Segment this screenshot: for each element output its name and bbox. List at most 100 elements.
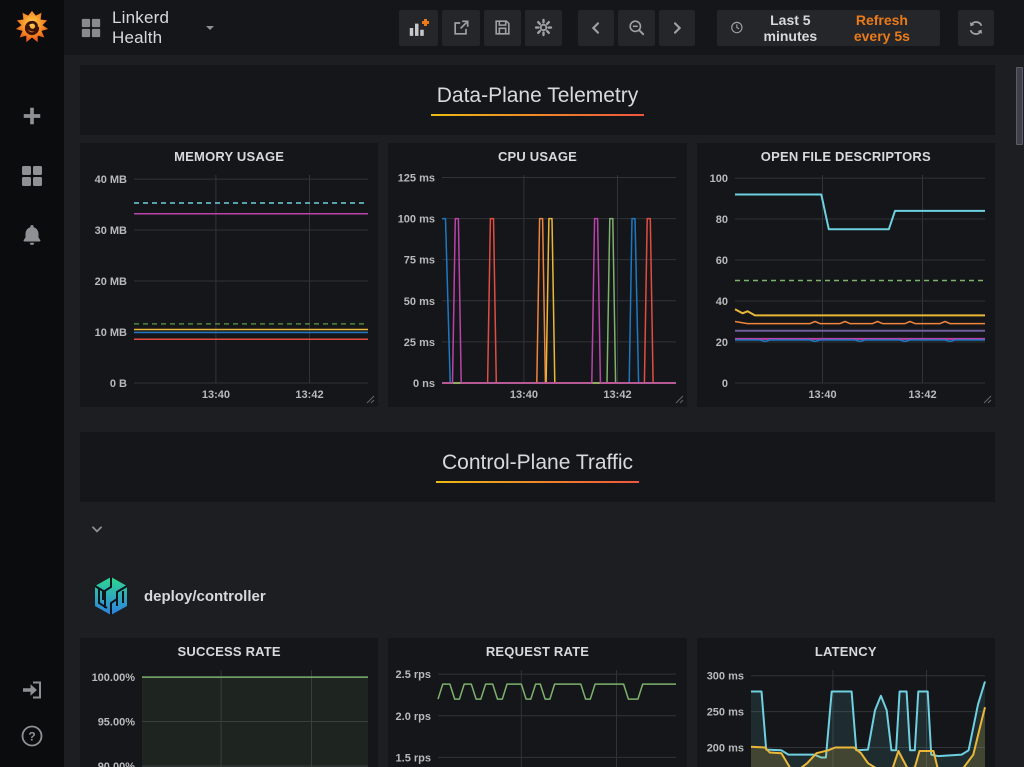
svg-text:30 MB: 30 MB [95,225,127,237]
dashboard-title: Linkerd Health [112,8,194,48]
sidebar-item-sign-in[interactable] [0,667,64,713]
sidebar-item-create[interactable] [0,93,64,139]
workload-group-label: deploy/controller [144,588,266,605]
svg-text:100.00%: 100.00% [92,672,136,684]
svg-text:200 ms: 200 ms [706,742,743,754]
svg-text:13:42: 13:42 [295,389,323,401]
row-collapse-button[interactable] [86,518,108,540]
bell-icon [20,223,44,247]
time-nav [578,10,695,46]
panel-title-open-file-descriptors[interactable]: OPEN FILE DESCRIPTORS [697,143,995,169]
open-file-descriptors-chart[interactable]: 13:40 13:42 100 80 60 40 20 0 [699,169,993,403]
dashboard-picker[interactable]: Linkerd Health [80,8,214,48]
panel-memory-usage: MEMORY USAGE 13:4013:4240 MB30 MB20 MB10… [80,143,378,407]
svg-text:2.5 rps: 2.5 rps [396,669,431,681]
panel-request-rate: REQUEST RATE 13:4013:422.5 rps2.0 rps1.5… [388,638,686,767]
time-range-label: Last 5 minutes [751,12,830,44]
svg-text:1.5 rps: 1.5 rps [396,752,431,764]
resize-handle-icon[interactable] [982,394,992,404]
svg-text:13:42: 13:42 [604,389,632,401]
section-title-data-plane: Data-Plane Telemetry [431,84,645,116]
grafana-logo[interactable] [0,0,64,55]
gear-icon [534,18,553,37]
share-button[interactable] [442,10,480,46]
clock-icon [730,19,744,36]
zoom-out-button[interactable] [618,10,655,46]
sign-in-icon [20,678,44,702]
time-forward-button[interactable] [659,10,695,46]
top-navbar: Linkerd Health [64,0,1024,55]
section-header-data-plane: Data-Plane Telemetry [80,65,995,135]
svg-text:25 ms: 25 ms [404,337,435,349]
sidebar-item-alerting[interactable] [0,212,64,258]
cpu-usage-chart[interactable]: 13:4013:42125 ms100 ms75 ms50 ms25 ms0 n… [390,169,684,403]
share-icon [451,18,471,38]
svg-text:90.00%: 90.00% [98,761,136,767]
scrollbar-track[interactable] [1015,55,1024,767]
sidebar-item-help[interactable]: ? [0,713,64,759]
svg-text:?: ? [28,730,35,744]
memory-usage-chart[interactable]: 13:4013:4240 MB30 MB20 MB10 MB0 B [82,169,376,403]
panel-title-memory-usage[interactable]: MEMORY USAGE [80,143,378,169]
svg-text:0 ns: 0 ns [413,378,435,390]
svg-text:20: 20 [715,337,727,349]
plus-icon [21,105,43,127]
add-panel-icon [408,18,429,38]
svg-text:0 B: 0 B [110,378,127,390]
svg-text:13:40: 13:40 [808,389,836,401]
panel-row-controller: SUCCESS RATE 13:4013:42100.00%95.00%90.0… [80,638,995,767]
svg-text:75 ms: 75 ms [404,255,435,267]
save-icon [493,18,512,37]
sidebar: ? [0,0,64,767]
panel-title-success-rate[interactable]: SUCCESS RATE [80,638,378,664]
workload-group: deploy/controller [80,574,995,618]
scrollbar-thumb[interactable] [1016,67,1023,145]
success-rate-chart[interactable]: 13:4013:42100.00%95.00%90.00%85.00% [82,664,376,767]
panel-row-telemetry: MEMORY USAGE 13:4013:4240 MB30 MB20 MB10… [80,143,995,407]
dashboard-content: Data-Plane Telemetry MEMORY USAGE 13:401… [64,55,1024,767]
section-header-control-plane: Control-Plane Traffic [80,432,995,502]
svg-text:60: 60 [715,255,727,267]
panel-success-rate: SUCCESS RATE 13:4013:42100.00%95.00%90.0… [80,638,378,767]
svg-text:20 MB: 20 MB [95,276,127,288]
time-back-button[interactable] [578,10,614,46]
svg-text:95.00%: 95.00% [98,717,136,729]
svg-text:0: 0 [722,378,728,390]
row-collapse [80,514,995,544]
svg-text:100: 100 [709,173,727,185]
svg-text:40: 40 [715,296,727,308]
dashboards-grid-icon [20,164,44,188]
refresh-icon [967,19,985,37]
panel-title-request-rate[interactable]: REQUEST RATE [388,638,686,664]
request-rate-chart[interactable]: 13:4013:422.5 rps2.0 rps1.5 rps1.0 rps [390,664,684,767]
time-picker-button[interactable]: Last 5 minutes Refresh every 5s [717,10,940,46]
svg-text:125 ms: 125 ms [398,172,435,184]
caret-down-icon [206,26,214,30]
svg-text:250 ms: 250 ms [706,707,743,719]
resize-handle-icon[interactable] [674,394,684,404]
svg-text:100 ms: 100 ms [398,214,435,226]
chevron-left-icon [588,20,604,36]
grafana-logo-icon [13,9,51,47]
panel-title-cpu-usage[interactable]: CPU USAGE [388,143,686,169]
chevron-down-icon [90,522,104,536]
panel-title-latency[interactable]: LATENCY [697,638,995,664]
svg-text:13:42: 13:42 [908,389,936,401]
sidebar-item-dashboards[interactable] [0,153,64,199]
svg-text:80: 80 [715,214,727,226]
latency-chart[interactable]: 13:4013:42300 ms250 ms200 ms150 ms [699,664,993,767]
panel-cpu-usage: CPU USAGE 13:4013:42125 ms100 ms75 ms50 … [388,143,686,407]
refresh-button[interactable] [958,10,994,46]
panel-latency: LATENCY 13:4013:42300 ms250 ms200 ms150 … [697,638,995,767]
section-title-control-plane: Control-Plane Traffic [436,451,639,483]
refresh-interval-label: Refresh every 5s [837,12,927,44]
svg-text:50 ms: 50 ms [404,296,435,308]
svg-text:13:40: 13:40 [202,389,230,401]
help-icon: ? [20,724,44,748]
dashboard-grid-icon [80,17,102,39]
save-button[interactable] [484,10,521,46]
svg-text:2.0 rps: 2.0 rps [396,711,431,723]
add-panel-button[interactable] [399,10,438,46]
settings-button[interactable] [525,10,562,46]
resize-handle-icon[interactable] [365,394,375,404]
